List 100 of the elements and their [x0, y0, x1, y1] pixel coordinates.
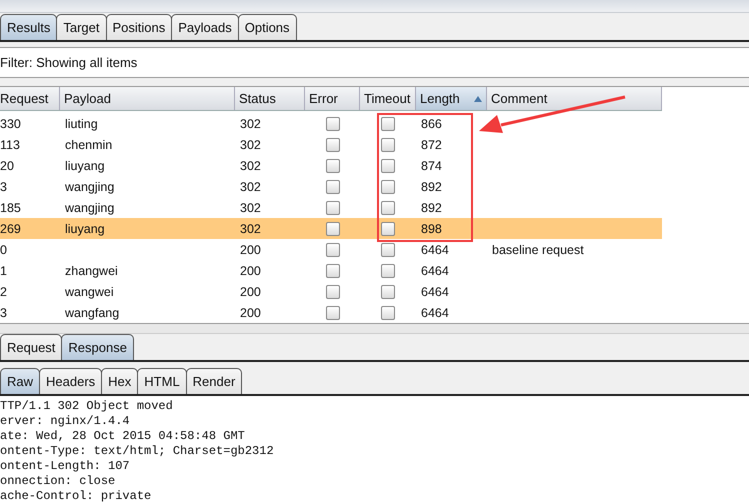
tab[interactable]: Response: [61, 334, 134, 360]
checkbox[interactable]: [326, 138, 340, 152]
column-label: Comment: [491, 91, 548, 106]
checkbox[interactable]: [381, 200, 395, 215]
table-cell: 302: [240, 116, 261, 131]
response-line: ontent-Type: text/html; Charset=gb2312: [0, 444, 275, 460]
table-cell: liuting: [65, 116, 98, 131]
table-row[interactable]: 1 zhangwei 200 6464: [0, 260, 662, 282]
table-cell: 302: [240, 200, 261, 215]
tab[interactable]: Request: [0, 334, 62, 360]
table-cell: 6464: [421, 242, 449, 257]
response-line: onnection: close: [0, 474, 116, 490]
table-cell: 302: [240, 180, 261, 194]
checkbox[interactable]: [326, 222, 340, 236]
column-label: Length: [420, 91, 460, 106]
filter-text: Filter: Showing all items: [0, 55, 138, 70]
table-cell: 3: [0, 306, 7, 320]
tab[interactable]: Hex: [101, 368, 138, 394]
checkbox[interactable]: [381, 306, 395, 320]
checkbox[interactable]: [381, 222, 395, 236]
table-cell: 0: [0, 242, 7, 257]
table-cell: 200: [240, 284, 261, 299]
tab[interactable]: Render: [186, 368, 242, 394]
tab[interactable]: Options: [238, 14, 297, 40]
response-line: ache-Control: private: [0, 489, 152, 504]
column-label: Request: [0, 91, 48, 106]
table-row[interactable]: 185 wangjing 302 892: [0, 197, 662, 218]
table-cell: 185: [0, 200, 21, 215]
table-cell: 269: [0, 222, 21, 236]
column-header[interactable]: Error: [305, 87, 360, 110]
table-cell: 3: [0, 180, 7, 194]
column-header[interactable]: Request: [0, 87, 60, 110]
table-cell: chenmin: [65, 138, 112, 152]
checkbox[interactable]: [381, 264, 395, 278]
column-label: Timeout: [364, 91, 410, 106]
checkbox[interactable]: [381, 242, 395, 257]
checkbox[interactable]: [326, 306, 340, 320]
table-cell: 302: [240, 138, 261, 152]
table-cell: 6464: [421, 264, 449, 278]
response-line: TTP/1.1 302 Object moved: [0, 399, 174, 414]
checkbox[interactable]: [381, 158, 395, 173]
table-cell: 200: [240, 242, 261, 257]
table-cell: wangjing: [65, 200, 114, 215]
checkbox[interactable]: [326, 264, 340, 278]
table-row[interactable]: 113 chenmin 302 872: [0, 134, 662, 156]
table-cell: 200: [240, 306, 261, 320]
table-cell: 892: [421, 180, 442, 194]
table-row[interactable]: 330 liuting 302 866: [0, 113, 662, 134]
checkbox[interactable]: [326, 180, 340, 194]
table-cell: 872: [421, 138, 442, 152]
response-line: ate: Wed, 28 Oct 2015 04:58:48 GMT: [0, 429, 246, 444]
tab[interactable]: Headers: [39, 368, 102, 394]
table-cell: 330: [0, 116, 21, 131]
splitter-handle[interactable]: [0, 324, 749, 334]
column-header[interactable]: Status: [235, 87, 305, 110]
filter-bar[interactable]: Filter: Showing all items: [0, 47, 749, 78]
table-cell: wangfang: [65, 306, 120, 320]
table-row[interactable]: 269 liuyang 302 898: [0, 218, 662, 240]
table-row[interactable]: 2 wangwei 200 6464: [0, 281, 662, 302]
table-row[interactable]: 3 wangfang 200 6464: [0, 302, 662, 324]
table-cell: liuyang: [65, 222, 105, 236]
column-header[interactable]: Payload: [60, 87, 235, 110]
tab[interactable]: Target: [56, 14, 106, 40]
response-line: erver: nginx/1.4.4: [0, 414, 131, 430]
checkbox[interactable]: [381, 284, 395, 299]
checkbox[interactable]: [326, 242, 340, 257]
checkbox[interactable]: [326, 116, 340, 131]
tab[interactable]: Results: [0, 14, 58, 40]
checkbox[interactable]: [381, 138, 395, 152]
checkbox[interactable]: [326, 158, 340, 173]
checkbox[interactable]: [381, 116, 395, 131]
checkbox[interactable]: [381, 180, 395, 194]
sort-ascending-icon: [474, 96, 482, 102]
table-cell: 874: [421, 158, 442, 173]
checkbox[interactable]: [326, 200, 340, 215]
table-row[interactable]: 20 liuyang 302 874: [0, 155, 662, 176]
table-cell: 1: [0, 264, 7, 278]
table-cell: zhangwei: [65, 264, 118, 278]
table-cell: 113: [0, 138, 20, 152]
table-cell: 6464: [421, 284, 449, 299]
column-label: Payload: [64, 91, 111, 106]
tab[interactable]: Payloads: [171, 14, 239, 40]
table-cell: 898: [421, 222, 442, 236]
table-cell: wangjing: [65, 180, 114, 194]
table-row[interactable]: 0 200 6464 baseline request: [0, 239, 662, 260]
tab[interactable]: HTML: [137, 368, 187, 394]
checkbox[interactable]: [326, 284, 340, 299]
table-cell: 200: [240, 264, 261, 278]
response-line: ontent-Length: 107: [0, 459, 131, 474]
table-cell: baseline request: [492, 242, 584, 257]
table-cell: liuyang: [65, 158, 105, 173]
table-cell: 302: [240, 222, 261, 236]
tab[interactable]: Positions: [106, 14, 172, 40]
table-row[interactable]: 3 wangjing 302 892: [0, 176, 662, 198]
column-header[interactable]: Length: [416, 87, 487, 110]
column-label: Status: [239, 91, 276, 106]
table-cell: 2: [0, 284, 7, 299]
tab[interactable]: Raw: [0, 368, 40, 394]
column-label: Error: [309, 91, 338, 106]
table-cell: 6464: [421, 306, 449, 320]
